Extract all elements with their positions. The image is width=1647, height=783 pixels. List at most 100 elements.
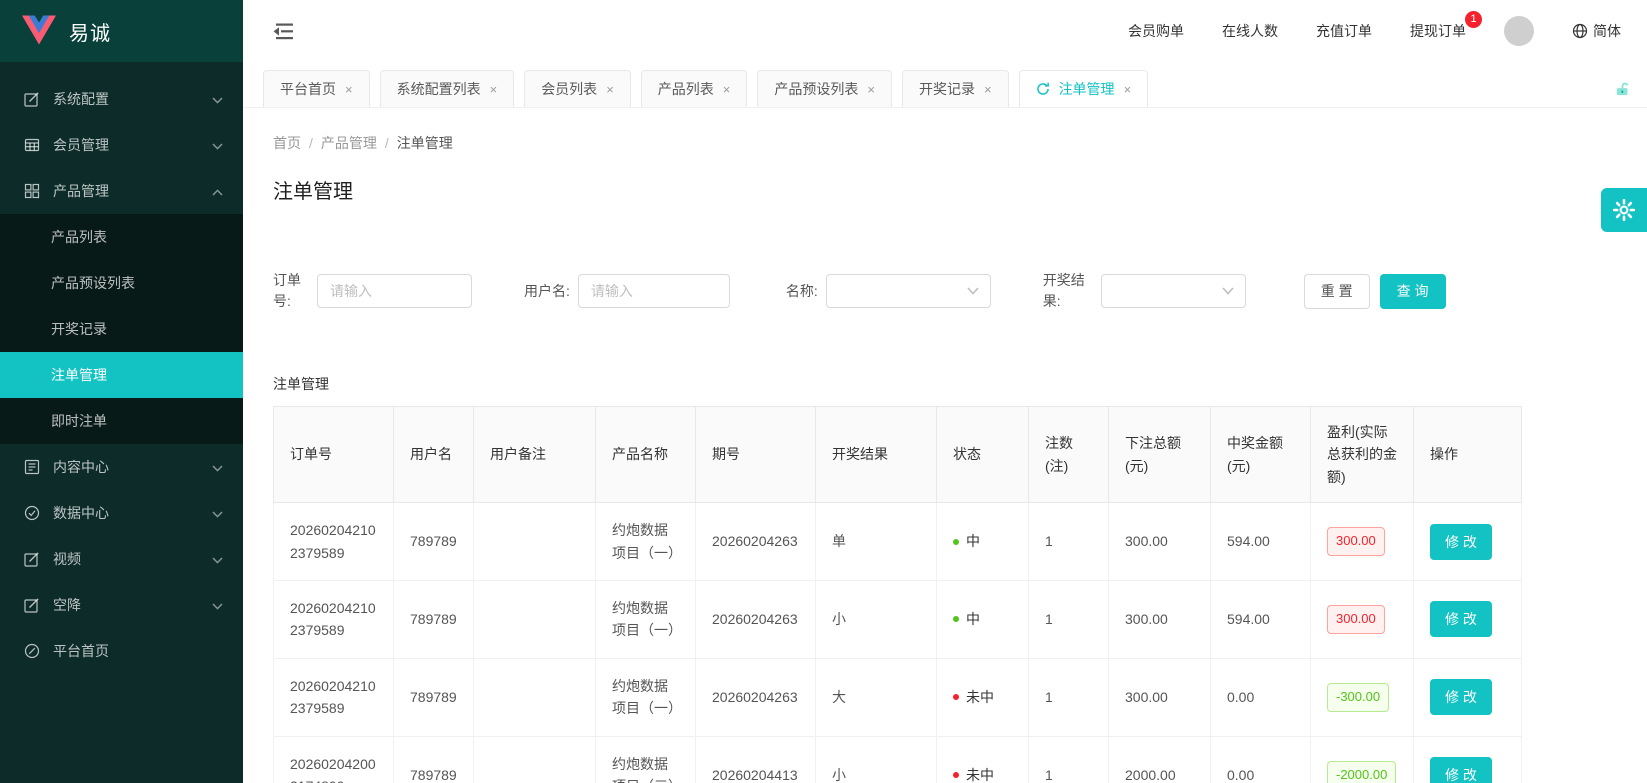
topbar-right: 会员购单 在线人数 充值订单 提现订单1 简体 [1128, 16, 1621, 46]
sidebar-item-member-management[interactable]: 会员管理 [0, 122, 243, 168]
table-cell: 2000.00 [1109, 736, 1211, 783]
sidebar-subitem-bet-management[interactable]: 注单管理 [0, 352, 243, 398]
edit-button[interactable]: 修 改 [1430, 601, 1492, 637]
table-cell: 594.00 [1211, 580, 1311, 658]
tab-member-list[interactable]: 会员列表 × [524, 70, 631, 107]
table-row: 202602042102379589789789约炮数据项目（一）2026020… [274, 658, 1522, 736]
tab-product-list[interactable]: 产品列表× [641, 70, 748, 107]
sidebar-item-label: 视频 [53, 549, 81, 569]
sidebar-item-label: 空降 [53, 595, 81, 615]
close-icon[interactable]: × [1124, 82, 1132, 97]
sidebar-item-data-center[interactable]: 数据中心 [0, 490, 243, 536]
topbar-link-online-users[interactable]: 在线人数 [1222, 21, 1278, 41]
reset-button[interactable]: 重 置 [1304, 274, 1370, 309]
table-cell: 1 [1029, 503, 1109, 581]
table-cell: 未中 [937, 658, 1029, 736]
settings-gear-button[interactable] [1601, 188, 1647, 232]
column-header: 盈利(实际总获利的金额) [1311, 407, 1414, 503]
sidebar-subitem-realtime-bets[interactable]: 即时注单 [0, 398, 243, 444]
sidebar-item-video[interactable]: 视频 [0, 536, 243, 582]
table-cell: 约炮数据项目（三） [596, 736, 696, 783]
sidebar-subitem-product-preset-list[interactable]: 产品预设列表 [0, 260, 243, 306]
profile-icon [24, 459, 40, 475]
close-icon[interactable]: × [723, 82, 731, 97]
unlock-icon[interactable] [1614, 81, 1631, 98]
column-header: 用户备注 [474, 407, 596, 503]
column-header: 下注总额(元) [1109, 407, 1211, 503]
appstore-icon [24, 183, 40, 199]
refresh-icon[interactable] [1036, 82, 1050, 96]
table-cell: 修 改 [1414, 658, 1522, 736]
tab-bet-management[interactable]: 注单管理 × [1019, 70, 1149, 107]
edit-button[interactable]: 修 改 [1430, 757, 1492, 783]
topbar-link-member-purchase-orders[interactable]: 会员购单 [1128, 21, 1184, 41]
language-label: 简体 [1593, 21, 1621, 41]
column-header: 开奖结果 [816, 407, 937, 503]
sidebar-item-platform-home[interactable]: 平台首页 [0, 628, 243, 674]
result-label: 开奖结果: [1043, 270, 1093, 312]
topbar-link-recharge-orders[interactable]: 充值订单 [1316, 21, 1372, 41]
profit-badge: -300.00 [1327, 683, 1389, 712]
name-select[interactable] [826, 274, 991, 308]
username-input[interactable] [578, 274, 730, 308]
chevron-down-icon [212, 597, 223, 613]
close-icon[interactable]: × [345, 82, 353, 97]
status-dot-icon [953, 539, 959, 545]
tab-label: 注单管理 [1059, 79, 1115, 99]
edit-button[interactable]: 修 改 [1430, 524, 1492, 560]
table-cell: -2000.00 [1311, 736, 1414, 783]
breadcrumb-item[interactable]: 产品管理 [321, 135, 377, 151]
language-switcher[interactable]: 简体 [1572, 21, 1621, 41]
table-cell: 约炮数据项目（一） [596, 658, 696, 736]
sidebar-item-label: 内容中心 [53, 457, 109, 477]
sidebar-item-content-center[interactable]: 内容中心 [0, 444, 243, 490]
edit-button[interactable]: 修 改 [1430, 679, 1492, 715]
bet-table-wrap: 订单号用户名用户备注产品名称期号开奖结果状态注数(注)下注总额(元)中奖金额(元… [273, 406, 1647, 783]
table-cell: 202602042102379589 [274, 580, 394, 658]
avatar[interactable] [1504, 16, 1534, 46]
profit-badge: 300.00 [1327, 527, 1385, 556]
filter-bar: 订单号: 用户名: 名称: 开奖结果: 重 置 查 询 [273, 270, 1647, 312]
table-cell: 中 [937, 580, 1029, 658]
check-circle-icon [24, 505, 40, 521]
table-cell: 789789 [394, 736, 474, 783]
breadcrumb-separator: / [385, 135, 389, 151]
chevron-down-icon [967, 287, 979, 295]
tab-label: 会员列表 [541, 79, 597, 99]
chevron-down-icon [212, 91, 223, 107]
sidebar-item-label: 平台首页 [53, 641, 109, 661]
menu-fold-icon[interactable] [273, 23, 293, 40]
close-icon[interactable]: × [606, 82, 614, 97]
breadcrumb-item[interactable]: 首页 [273, 135, 301, 151]
tab-product-preset-list[interactable]: 产品预设列表× [757, 70, 892, 107]
table-cell: 789789 [394, 658, 474, 736]
query-button[interactable]: 查 询 [1380, 274, 1446, 309]
tab-platform-home[interactable]: 平台首页× [263, 70, 370, 107]
sidebar-item-airdrop[interactable]: 空降 [0, 582, 243, 628]
topbar-link-withdrawal-orders[interactable]: 提现订单1 [1410, 21, 1466, 41]
sidebar-item-label: 系统配置 [53, 89, 109, 109]
column-header: 产品名称 [596, 407, 696, 503]
profit-badge: -2000.00 [1327, 761, 1396, 783]
close-icon[interactable]: × [490, 82, 498, 97]
order-no-input[interactable] [317, 274, 472, 308]
table-cell: 大 [816, 658, 937, 736]
result-select[interactable] [1101, 274, 1246, 308]
sidebar-item-system-config[interactable]: 系统配置 [0, 76, 243, 122]
table-row: 202602042102379589789789约炮数据项目（一）2026020… [274, 503, 1522, 581]
sidebar-item-label: 数据中心 [53, 503, 109, 523]
sidebar: 易诚 系统配置会员管理产品管理产品列表产品预设列表开奖记录注单管理即时注单内容中… [0, 0, 243, 783]
sidebar-subitem-product-list[interactable]: 产品列表 [0, 214, 243, 260]
notification-badge: 1 [1465, 11, 1482, 28]
tab-lottery-records[interactable]: 开奖记录× [902, 70, 1009, 107]
close-icon[interactable]: × [984, 82, 992, 97]
sidebar-item-product-management[interactable]: 产品管理 [0, 168, 243, 214]
sidebar-subitem-lottery-records[interactable]: 开奖记录 [0, 306, 243, 352]
column-header: 订单号 [274, 407, 394, 503]
column-header: 操作 [1414, 407, 1522, 503]
tab-system-config-list[interactable]: 系统配置列表× [380, 70, 515, 107]
sidebar-item-label: 会员管理 [53, 135, 109, 155]
topbar: 会员购单 在线人数 充值订单 提现订单1 简体 [243, 0, 1647, 62]
table-cell: 789789 [394, 503, 474, 581]
close-icon[interactable]: × [867, 82, 875, 97]
